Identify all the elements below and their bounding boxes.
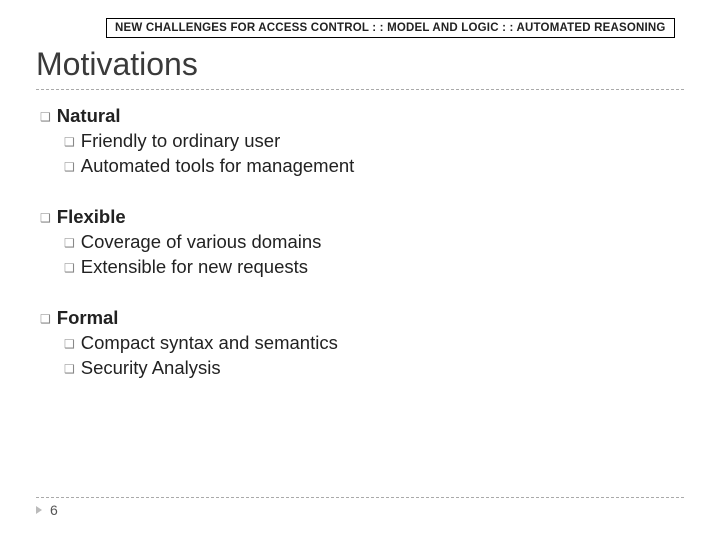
title-divider xyxy=(36,89,684,90)
group-head: Flexible xyxy=(57,205,126,230)
list-text: Compact syntax and semantics xyxy=(81,331,338,356)
square-bullet-icon: ❑ xyxy=(64,159,75,175)
list-item: ❑ Friendly to ordinary user xyxy=(36,129,684,154)
list-text: Coverage of various domains xyxy=(81,230,322,255)
slide-title: Motivations xyxy=(36,46,684,83)
bullet-group: ❑ Formal ❑ Compact syntax and semantics … xyxy=(36,306,684,381)
group-head: Formal xyxy=(57,306,119,331)
list-text: Extensible for new requests xyxy=(81,255,308,280)
list-item: ❑ Natural xyxy=(36,104,684,129)
footer-divider xyxy=(36,497,684,498)
list-text: Automated tools for management xyxy=(81,154,355,179)
square-bullet-icon: ❑ xyxy=(64,235,75,251)
bullet-group: ❑ Natural ❑ Friendly to ordinary user ❑ … xyxy=(36,104,684,179)
page-number: 6 xyxy=(50,502,58,518)
bullet-group: ❑ Flexible ❑ Coverage of various domains… xyxy=(36,205,684,280)
list-text: Security Analysis xyxy=(81,356,221,381)
header-breadcrumb: NEW CHALLENGES FOR ACCESS CONTROL : : MO… xyxy=(106,18,675,38)
square-bullet-icon: ❑ xyxy=(64,260,75,276)
footer-row: 6 xyxy=(36,502,684,518)
list-text: Friendly to ordinary user xyxy=(81,129,280,154)
list-item: ❑ Automated tools for management xyxy=(36,154,684,179)
slide-content: ❑ Natural ❑ Friendly to ordinary user ❑ … xyxy=(36,104,684,381)
square-bullet-icon: ❑ xyxy=(64,134,75,150)
group-head: Natural xyxy=(57,104,121,129)
square-bullet-icon: ❑ xyxy=(40,210,51,226)
list-item: ❑ Coverage of various domains xyxy=(36,230,684,255)
slide: NEW CHALLENGES FOR ACCESS CONTROL : : MO… xyxy=(0,0,720,540)
slide-footer: 6 xyxy=(36,497,684,518)
list-item: ❑ Flexible xyxy=(36,205,684,230)
list-item: ❑ Security Analysis xyxy=(36,356,684,381)
square-bullet-icon: ❑ xyxy=(40,109,51,125)
list-item: ❑ Formal xyxy=(36,306,684,331)
list-item: ❑ Extensible for new requests xyxy=(36,255,684,280)
triangle-right-icon xyxy=(36,506,42,514)
square-bullet-icon: ❑ xyxy=(64,336,75,352)
square-bullet-icon: ❑ xyxy=(64,361,75,377)
square-bullet-icon: ❑ xyxy=(40,311,51,327)
list-item: ❑ Compact syntax and semantics xyxy=(36,331,684,356)
